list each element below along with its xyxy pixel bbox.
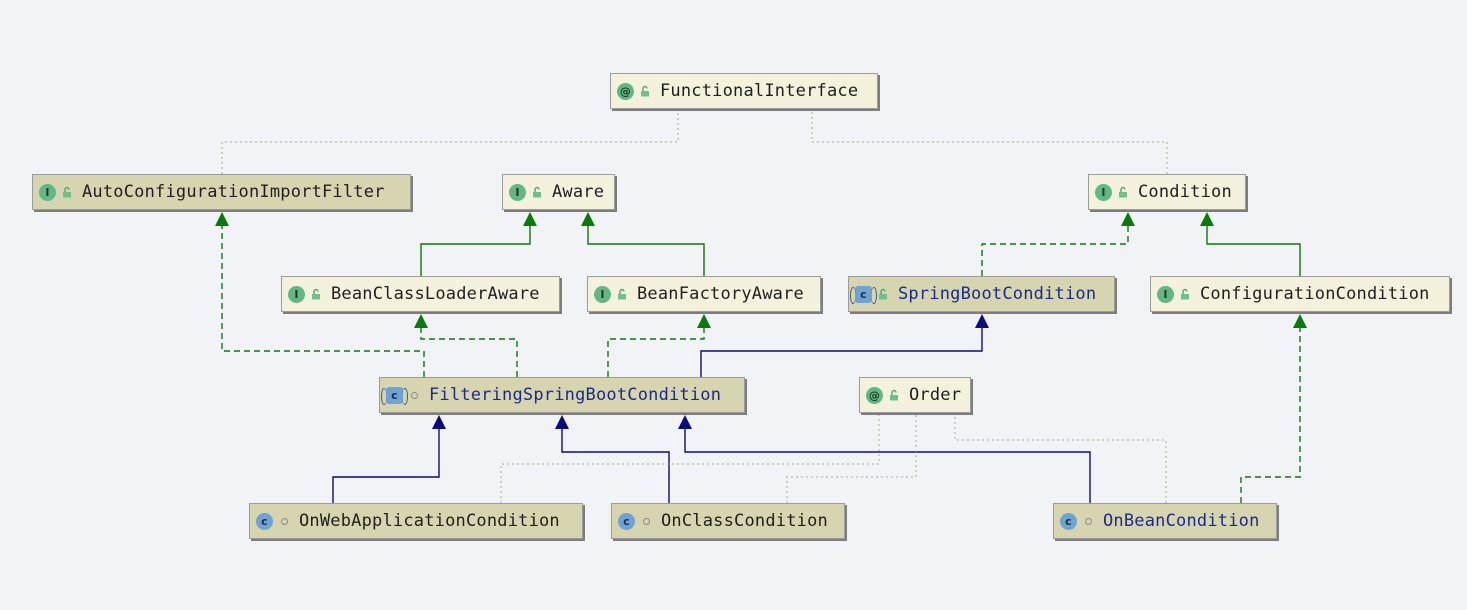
unlocked-icon <box>311 288 321 301</box>
interface-icon: I <box>594 285 611 303</box>
edge-filtering-spring-boot-condition-to-spring-boot-condition <box>700 314 989 377</box>
annotation-icon: @ <box>617 82 634 100</box>
node-functional-interface[interactable]: @ FunctionalInterface <box>610 73 878 109</box>
arrowhead-icon <box>555 415 569 429</box>
edge-on-bean-condition-to-order <box>954 414 1167 503</box>
node-label: BeanFactoryAware <box>637 284 804 304</box>
edge-bean-class-loader-aware-to-aware <box>420 212 537 276</box>
edge-bean-factory-aware-to-aware <box>581 212 705 276</box>
node-on-class-condition[interactable]: c OnClassCondition <box>611 503 845 539</box>
node-filtering-spring-boot-condition[interactable]: c FilteringSpringBootCondition <box>379 377 745 413</box>
node-label: BeanClassLoaderAware <box>331 284 540 304</box>
node-bean-factory-aware[interactable]: I BeanFactoryAware <box>587 276 821 312</box>
arrowhead-icon <box>1200 212 1214 226</box>
node-label: FilteringSpringBootCondition <box>429 385 722 405</box>
node-label: Condition <box>1138 182 1232 202</box>
node-aware[interactable]: I Aware <box>502 174 615 210</box>
edge-line <box>1240 326 1301 503</box>
edge-condition-to-functional-interface <box>811 110 1168 174</box>
node-configuration-condition[interactable]: I ConfigurationCondition <box>1150 276 1450 312</box>
edge-line <box>811 110 1168 174</box>
unlocked-icon <box>1180 288 1190 301</box>
node-label: OnClassCondition <box>661 511 828 531</box>
class-icon: c <box>1060 512 1077 530</box>
unlocked-icon <box>889 389 899 402</box>
abstract-class-icon: c <box>850 285 877 304</box>
node-label: FunctionalInterface <box>660 81 859 101</box>
node-label: ConfigurationCondition <box>1200 284 1430 304</box>
arrowhead-icon <box>581 212 595 226</box>
node-label: AutoConfigurationImportFilter <box>82 182 385 202</box>
edge-configuration-condition-to-condition <box>1200 212 1301 276</box>
arrowhead-icon <box>975 314 989 328</box>
arrowhead-icon <box>414 314 428 328</box>
node-spring-boot-condition[interactable]: c SpringBootCondition <box>848 276 1115 312</box>
edge-line <box>700 326 983 377</box>
class-icon: c <box>618 512 635 530</box>
node-label: OnWebApplicationCondition <box>299 511 560 531</box>
edge-on-class-condition-to-filtering-spring-boot-condition <box>555 415 670 503</box>
node-on-web-application-condition[interactable]: c OnWebApplicationCondition <box>249 503 583 539</box>
interface-icon: I <box>288 285 305 303</box>
arrowhead-icon <box>697 314 711 328</box>
annotation-icon: @ <box>866 386 883 404</box>
interface-icon: I <box>1157 285 1174 303</box>
edge-on-web-application-condition-to-filtering-spring-boot-condition <box>332 415 446 503</box>
unlocked-icon <box>640 85 650 98</box>
edge-on-bean-condition-to-configuration-condition <box>1240 314 1307 503</box>
node-on-bean-condition[interactable]: c OnBeanCondition <box>1053 503 1277 539</box>
edge-line <box>420 326 518 377</box>
node-order[interactable]: @ Order <box>859 377 971 413</box>
interface-icon: I <box>509 183 526 201</box>
node-auto-configuration-import-filter[interactable]: I AutoConfigurationImportFilter <box>32 174 411 210</box>
edge-filtering-spring-boot-condition-to-bean-factory-aware <box>607 314 711 377</box>
edge-line <box>420 224 531 276</box>
node-condition[interactable]: I Condition <box>1088 174 1246 210</box>
edge-line <box>332 427 440 503</box>
node-label: OnBeanCondition <box>1103 511 1260 531</box>
package-dot-icon <box>409 389 419 402</box>
node-bean-class-loader-aware[interactable]: I BeanClassLoaderAware <box>281 276 560 312</box>
node-label: Aware <box>552 182 605 202</box>
edge-filtering-spring-boot-condition-to-bean-class-loader-aware <box>414 314 518 377</box>
arrowhead-icon <box>215 212 229 226</box>
arrowhead-icon <box>678 415 692 429</box>
unlocked-icon <box>62 186 72 199</box>
edge-auto-configuration-import-filter-to-functional-interface <box>221 110 679 174</box>
edge-line <box>981 224 1129 276</box>
edge-on-class-condition-to-order <box>786 414 917 503</box>
unlocked-icon <box>1118 186 1128 199</box>
unlocked-icon <box>878 288 888 301</box>
package-dot-icon <box>1083 515 1093 528</box>
node-label: Order <box>909 385 962 405</box>
arrowhead-icon <box>1121 212 1135 226</box>
edge-line <box>587 224 705 276</box>
edge-line <box>561 427 670 503</box>
interface-icon: I <box>1095 183 1112 201</box>
edge-line <box>684 427 1091 503</box>
class-hierarchy-diagram: @ FunctionalInterface I AutoConfigurationIm… <box>0 0 1467 610</box>
edge-line <box>221 110 679 174</box>
arrowhead-icon <box>432 415 446 429</box>
arrowhead-icon <box>523 212 537 226</box>
edge-on-bean-condition-to-filtering-spring-boot-condition <box>678 415 1091 503</box>
edge-line <box>786 414 917 503</box>
node-label: SpringBootCondition <box>898 284 1097 304</box>
edge-line <box>954 414 1167 503</box>
edge-line <box>607 326 705 377</box>
interface-icon: I <box>39 183 56 201</box>
arrowhead-icon <box>1293 314 1307 328</box>
unlocked-icon <box>617 288 627 301</box>
unlocked-icon <box>532 186 542 199</box>
package-dot-icon <box>279 515 289 528</box>
edge-spring-boot-condition-to-condition <box>981 212 1135 276</box>
class-icon: c <box>256 512 273 530</box>
abstract-class-icon: c <box>381 386 408 405</box>
edge-line <box>1206 224 1301 276</box>
package-dot-icon <box>641 515 651 528</box>
